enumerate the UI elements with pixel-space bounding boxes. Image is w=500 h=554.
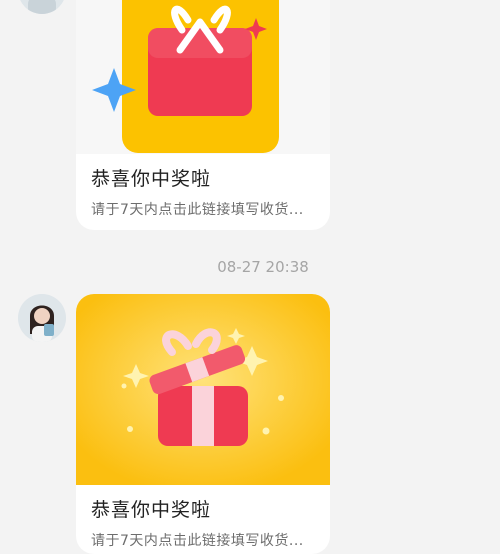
gift-box-icon	[92, 0, 279, 153]
avatar[interactable]	[18, 294, 66, 342]
avatar[interactable]	[18, 0, 66, 14]
prize-banner	[76, 294, 330, 485]
message-description: 请于7天内点击此链接填写收货...	[91, 202, 304, 218]
prize-message-card[interactable]: 恭喜你中奖啦 请于7天内点击此链接填写收货...	[76, 0, 330, 230]
message-description: 请于7天内点击此链接填写收货...	[91, 533, 304, 549]
timestamp-text: 08-27 20:38	[217, 258, 309, 276]
open-gift-icon	[76, 294, 330, 485]
message-title: 恭喜你中奖啦	[91, 168, 212, 190]
timestamp: 08-27 20:38	[0, 258, 500, 276]
message-title: 恭喜你中奖啦	[91, 499, 212, 521]
prize-message-card[interactable]: 恭喜你中奖啦 请于7天内点击此链接填写收货...	[76, 294, 330, 554]
prize-banner	[76, 0, 330, 154]
